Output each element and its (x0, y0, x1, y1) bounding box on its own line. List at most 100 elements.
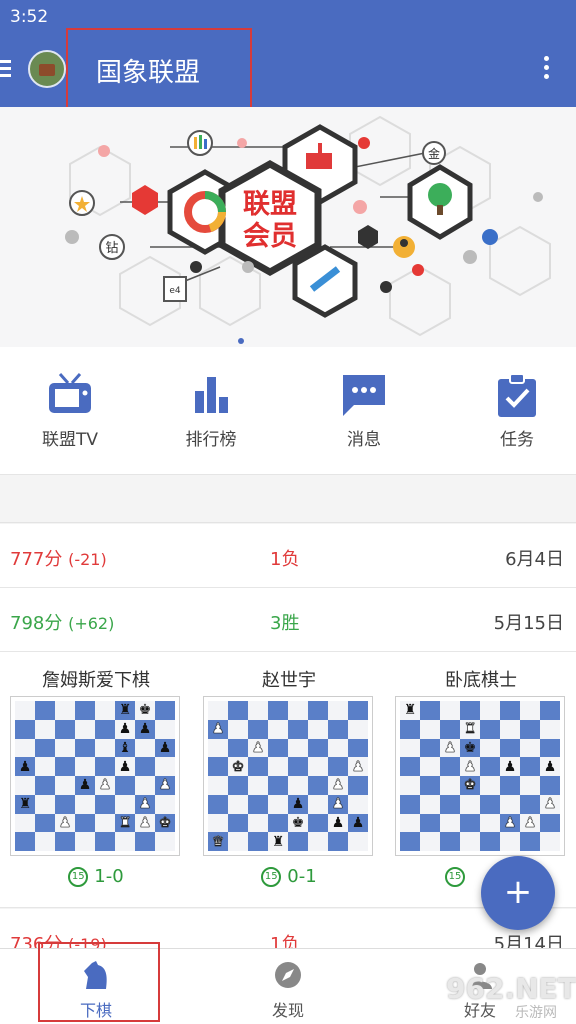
board-square[interactable] (460, 701, 480, 720)
board-square[interactable] (248, 719, 268, 739)
board-square[interactable] (15, 701, 35, 720)
board-square[interactable] (288, 832, 308, 851)
board-square[interactable]: ♟ (155, 738, 175, 758)
board-square[interactable]: ♟ (135, 794, 155, 814)
board-square[interactable] (520, 776, 540, 795)
board-square[interactable] (400, 738, 420, 758)
board-square[interactable] (95, 757, 115, 776)
board-square[interactable]: ♚ (460, 776, 480, 795)
board-square[interactable] (440, 701, 460, 720)
board-square[interactable] (440, 832, 460, 851)
board-square[interactable] (420, 794, 440, 814)
board-square[interactable] (228, 776, 248, 795)
board-square[interactable]: ♟ (115, 757, 135, 776)
board-square[interactable] (208, 757, 228, 776)
board-square[interactable] (288, 719, 308, 739)
quick-action-tasks[interactable]: 任务 (462, 371, 572, 450)
board-square[interactable] (328, 757, 348, 776)
board-square[interactable] (540, 813, 560, 833)
board-square[interactable]: ♝ (115, 738, 135, 758)
board-square[interactable] (75, 794, 95, 814)
board-square[interactable] (400, 813, 420, 833)
board-square[interactable]: ♟ (248, 738, 268, 758)
chess-board[interactable]: ♜ ♜ ♟ ♚ ♟ ♟ ♟ ♚ ♟ ♟ ♟ (395, 696, 565, 856)
board-square[interactable] (115, 776, 135, 795)
board-square[interactable] (308, 701, 328, 720)
board-square[interactable] (55, 776, 75, 795)
nav-discover[interactable]: 发现 (228, 959, 348, 1021)
board-square[interactable] (228, 719, 248, 739)
board-square[interactable] (520, 757, 540, 776)
board-square[interactable] (308, 776, 328, 795)
board-square[interactable] (35, 794, 55, 814)
board-square[interactable] (95, 701, 115, 720)
board-square[interactable] (420, 738, 440, 758)
board-square[interactable] (248, 832, 268, 851)
board-square[interactable] (75, 701, 95, 720)
board-square[interactable] (308, 738, 328, 758)
board-square[interactable]: ♟ (328, 813, 348, 833)
history-row[interactable]: 777分 (-21) 1负 6月4日 (0, 524, 576, 588)
board-square[interactable]: ♟ (75, 776, 95, 795)
board-square[interactable] (135, 832, 155, 851)
board-square[interactable]: ♜ (460, 719, 480, 739)
board-square[interactable] (35, 757, 55, 776)
board-square[interactable]: ♚ (460, 738, 480, 758)
board-square[interactable] (155, 757, 175, 776)
board-square[interactable]: ♚ (135, 701, 155, 720)
board-square[interactable] (208, 776, 228, 795)
game-card[interactable]: 赵世宇 ♟ ♟ ♚ ♟ ♟ ♟ ♟ ♚ ♟ ♟ ♛ ♜ 15 0-1 (203, 652, 375, 887)
board-square[interactable] (520, 719, 540, 739)
board-square[interactable] (308, 832, 328, 851)
board-square[interactable] (328, 832, 348, 851)
board-square[interactable] (308, 757, 328, 776)
board-square[interactable] (500, 832, 520, 851)
board-square[interactable] (520, 794, 540, 814)
board-square[interactable] (308, 813, 328, 833)
board-square[interactable]: ♟ (500, 813, 520, 833)
board-square[interactable] (500, 776, 520, 795)
board-square[interactable] (228, 794, 248, 814)
board-square[interactable]: ♟ (115, 719, 135, 739)
board-square[interactable] (155, 701, 175, 720)
board-square[interactable] (268, 738, 288, 758)
board-square[interactable] (480, 832, 500, 851)
board-square[interactable] (15, 719, 35, 739)
board-square[interactable] (268, 757, 288, 776)
board-square[interactable]: ♟ (208, 719, 228, 739)
board-square[interactable] (55, 719, 75, 739)
board-square[interactable]: ♟ (288, 794, 308, 814)
board-square[interactable] (228, 701, 248, 720)
hamburger-menu-icon[interactable] (0, 56, 16, 82)
board-square[interactable] (268, 776, 288, 795)
nav-play[interactable]: 下棋 (36, 959, 156, 1021)
overflow-menu-icon[interactable] (544, 56, 552, 84)
quick-action-messages[interactable]: 消息 (309, 371, 419, 450)
board-square[interactable] (155, 794, 175, 814)
board-square[interactable]: ♟ (15, 757, 35, 776)
board-square[interactable] (228, 738, 248, 758)
board-square[interactable] (268, 813, 288, 833)
board-square[interactable] (440, 794, 460, 814)
board-square[interactable] (540, 701, 560, 720)
board-square[interactable] (540, 738, 560, 758)
board-square[interactable] (420, 776, 440, 795)
board-square[interactable] (95, 832, 115, 851)
board-square[interactable] (328, 738, 348, 758)
board-square[interactable] (248, 813, 268, 833)
board-square[interactable] (400, 776, 420, 795)
board-square[interactable] (268, 794, 288, 814)
board-square[interactable] (248, 701, 268, 720)
board-square[interactable]: ♜ (115, 813, 135, 833)
board-square[interactable] (480, 776, 500, 795)
board-square[interactable] (520, 701, 540, 720)
board-square[interactable]: ♟ (135, 813, 155, 833)
board-square[interactable] (15, 813, 35, 833)
board-square[interactable] (95, 794, 115, 814)
club-avatar[interactable] (28, 50, 66, 88)
board-square[interactable] (35, 701, 55, 720)
board-square[interactable] (95, 719, 115, 739)
board-square[interactable] (155, 719, 175, 739)
board-square[interactable] (400, 832, 420, 851)
board-square[interactable] (480, 701, 500, 720)
